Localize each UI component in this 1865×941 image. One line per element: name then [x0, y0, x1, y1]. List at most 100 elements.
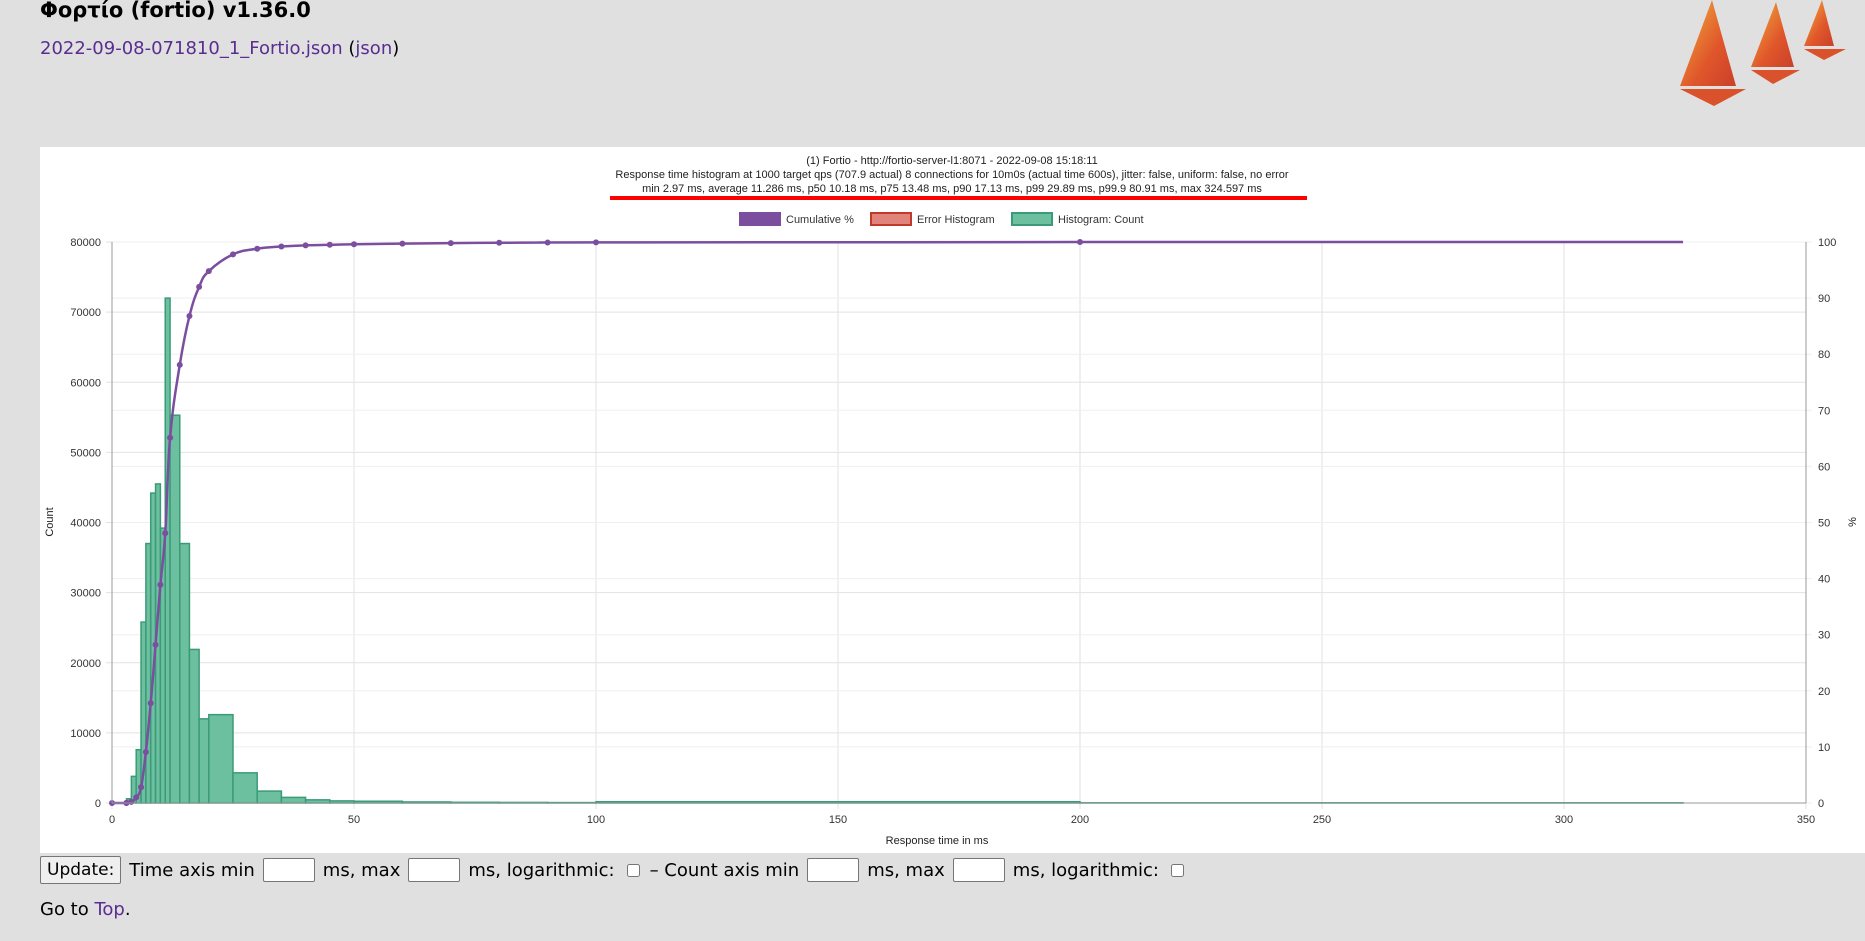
x-tick-label: 200 [1071, 814, 1089, 826]
legend-swatch-cumulative[interactable] [739, 212, 781, 226]
cumulative-point [351, 241, 357, 248]
controls-bar: Update: Time axis min ms, max ms, logari… [40, 856, 1192, 884]
axes: 0 50 100 150 200 250 300 3500100002000030000400… [70, 237, 1836, 826]
y2-tick-label: 90 [1818, 293, 1830, 305]
chart-title-line-1: (1) Fortio - http://fortio-server-l1:807… [806, 155, 1097, 167]
x-tick-label: 350 [1797, 814, 1815, 826]
legend-swatch-histogram[interactable] [1011, 212, 1053, 226]
cumulative-point [302, 242, 309, 249]
y-tick-label: 10000 [70, 728, 101, 740]
x-tick-label: 150 [829, 814, 847, 826]
cumulative-point [142, 748, 149, 755]
cumulative-point [152, 641, 159, 648]
response-time-histogram-chart: 0 50 100 150 200 250 300 3500100002000030000400… [44, 155, 1859, 847]
count-axis-log-label: ms, logarithmic: [1012, 859, 1159, 881]
y-tick-label: 0 [95, 798, 101, 810]
update-button[interactable]: Update: [40, 856, 122, 884]
legend-label-histogram[interactable]: Histogram: Count [1058, 214, 1144, 226]
y-tick-label: 80000 [70, 237, 101, 249]
y-tick-label: 40000 [70, 518, 101, 530]
grid [106, 241, 1812, 809]
cumulative-point [186, 313, 193, 320]
cumulative-point [205, 268, 212, 275]
goto-end: . [124, 899, 131, 920]
y2-axis-label: % [1847, 517, 1859, 527]
top-link[interactable]: Top [94, 899, 124, 920]
cumulative-point [128, 798, 135, 805]
time-axis-log-checkbox[interactable] [626, 863, 640, 877]
y-tick-label: 70000 [70, 307, 101, 319]
cumulative-point [157, 581, 164, 588]
json-suffix: ) [392, 38, 400, 59]
cumulative-point [167, 434, 174, 441]
y-axis-label: Count [44, 507, 56, 536]
histogram-bar [280, 796, 307, 804]
boat-hull-icon [1804, 49, 1846, 60]
histogram-count-series [125, 297, 1684, 804]
cumulative-point [230, 251, 236, 258]
cumulative-point [254, 245, 261, 252]
histogram-bar [232, 772, 258, 804]
cumulative-point [196, 283, 203, 290]
x-tick-label: 50 [348, 814, 360, 826]
time-axis-min-input[interactable] [262, 858, 315, 882]
time-axis-max-input[interactable] [408, 858, 461, 882]
time-axis-max-label: ms, max [322, 859, 401, 881]
cumulative-point [138, 784, 145, 791]
histogram-bar [188, 648, 200, 804]
histogram-bar [198, 718, 210, 804]
x-tick-label: 0 [109, 814, 115, 826]
cumulative-point [593, 239, 599, 246]
cumulative-point [278, 243, 285, 250]
legend-label-error[interactable]: Error Histogram [917, 214, 995, 226]
sail-icon [1680, 0, 1736, 86]
x-tick-label: 300 [1555, 814, 1573, 826]
x-tick-label: 100 [587, 814, 605, 826]
fortio-logo [1680, 0, 1846, 106]
file-link-line: 2022-09-08-071810_1_Fortio.json (json) [40, 38, 399, 59]
y2-tick-label: 100 [1818, 237, 1836, 249]
json-file-link[interactable]: 2022-09-08-071810_1_Fortio.json [40, 38, 343, 59]
boat-hull-icon [1680, 89, 1746, 106]
y-tick-label: 60000 [70, 377, 101, 389]
histogram-bar [208, 713, 234, 804]
cumulative-point [326, 241, 333, 248]
legend-label-cumulative[interactable]: Cumulative % [786, 214, 854, 226]
y2-tick-label: 60 [1818, 461, 1830, 473]
y-tick-label: 50000 [70, 447, 101, 459]
chart-legend[interactable]: Cumulative % Error Histogram Histogram: … [739, 212, 1144, 226]
chart-title: (1) Fortio - http://fortio-server-l1:807… [610, 155, 1307, 200]
count-axis-max-label: ms, max [867, 859, 945, 881]
count-axis-min-input[interactable] [807, 858, 860, 882]
chart-title-line-2: Response time histogram at 1000 target q… [615, 169, 1289, 181]
chart-panel: 0 50 100 150 200 250 300 350 0 10000 20000 30000 400… [40, 147, 1865, 853]
count-axis-log-checkbox[interactable] [1170, 863, 1184, 877]
cumulative-point [1077, 239, 1083, 246]
chart-title-line-3: min 2.97 ms, average 11.286 ms, p50 10.1… [642, 183, 1262, 195]
cumulative-point [162, 530, 169, 537]
cumulative-point [399, 240, 406, 247]
sail-icon [1751, 2, 1794, 67]
y2-tick-label: 20 [1818, 686, 1830, 698]
goto-line: Go to Top. [40, 899, 131, 920]
json-link[interactable]: json [355, 38, 392, 59]
boat-hull-icon [1751, 70, 1800, 84]
page-title: Φορτίο (fortio) v1.36.0 [40, 0, 311, 22]
cumulative-point [496, 239, 503, 246]
y2-tick-label: 70 [1818, 405, 1830, 417]
y2-tick-label: 80 [1818, 349, 1830, 361]
cumulative-point [147, 700, 154, 707]
cumulative-point [447, 240, 454, 247]
cumulative-point [133, 794, 140, 801]
goto-text: Go to [40, 899, 95, 920]
cumulative-point [544, 239, 551, 246]
y-tick-label: 20000 [70, 658, 101, 670]
histogram-bar [169, 414, 181, 804]
time-axis-log-label: ms, logarithmic: [468, 859, 615, 881]
legend-swatch-error[interactable] [870, 212, 912, 226]
y2-tick-label: 30 [1818, 630, 1830, 642]
count-axis-max-input[interactable] [952, 858, 1005, 882]
x-tick-label: 250 [1313, 814, 1331, 826]
histogram-bar [256, 790, 283, 804]
time-axis-min-label: Time axis min [129, 859, 255, 881]
